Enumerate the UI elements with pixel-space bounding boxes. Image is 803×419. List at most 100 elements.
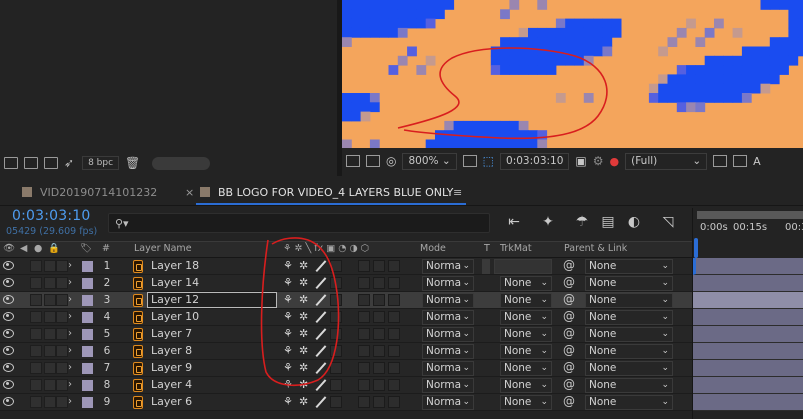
frame-blend-switch[interactable] — [358, 396, 370, 408]
parent-dropdown[interactable]: None ⌄ — [585, 259, 673, 274]
layer-duration-bar[interactable] — [693, 292, 803, 309]
lock-switch[interactable] — [56, 260, 68, 272]
layer-name[interactable]: Layer 18 — [151, 259, 199, 272]
transparency-grid-icon[interactable] — [733, 155, 748, 167]
lock-header-icon[interactable]: 🔒 — [48, 243, 60, 254]
t-header[interactable]: T — [484, 243, 490, 254]
solo-header-icon[interactable]: ● — [34, 243, 42, 254]
parent-dropdown[interactable]: None ⌄ — [585, 276, 673, 291]
trkmat-dropdown[interactable]: None ⌄ — [500, 395, 552, 410]
layer-row[interactable]: › 5 Layer 7 ⚘ ✲ Norma ⌄ None ⌄ @ None ⌄ — [0, 326, 692, 343]
video-switch-header-icon[interactable]: 👁 — [3, 243, 15, 254]
eye-icon[interactable] — [3, 380, 14, 389]
trkmat-dropdown[interactable]: None ⌄ — [500, 327, 552, 342]
show-snapshot-icon[interactable]: ⚙ — [593, 154, 604, 168]
switches-header-icons[interactable]: ⚘ ✲ ╲ fx ▣ ◔ ◑ ⬡ — [283, 243, 369, 254]
layer-name[interactable]: Layer 14 — [151, 276, 199, 289]
new-composition-icon[interactable] — [44, 157, 58, 169]
layer-name[interactable]: Layer 7 — [151, 327, 192, 340]
motion-blur-icon[interactable]: ◐ — [624, 212, 644, 232]
safe-margins-icon[interactable] — [462, 155, 477, 167]
adjustment-layer-switch[interactable] — [388, 379, 400, 391]
frame-blend-switch[interactable] — [358, 294, 370, 306]
audio-switch[interactable] — [30, 260, 42, 272]
lock-switch[interactable] — [56, 396, 68, 408]
quality-slash-icon[interactable] — [316, 345, 326, 357]
composition-viewer[interactable] — [342, 0, 803, 148]
shy-layers-icon[interactable]: ☂ — [572, 212, 592, 232]
draft-3d-icon[interactable]: ✦ — [538, 212, 558, 232]
mode-dropdown[interactable]: Norma ⌄ — [422, 378, 474, 393]
adjustment-layer-switch[interactable] — [388, 294, 400, 306]
label-color-swatch[interactable] — [82, 278, 93, 289]
frame-blend-switch[interactable] — [358, 362, 370, 374]
mode-dropdown[interactable]: Norma ⌄ — [422, 259, 474, 274]
pick-whip-icon[interactable]: @ — [563, 275, 575, 289]
layer-duration-bar[interactable] — [693, 309, 803, 326]
quality-slash-icon[interactable] — [316, 277, 326, 289]
shy-icon[interactable]: ⚘ — [283, 344, 293, 357]
label-color-swatch[interactable] — [82, 397, 93, 408]
layer-row[interactable]: › 6 Layer 8 ⚘ ✲ Norma ⌄ None ⌄ @ None ⌄ — [0, 343, 692, 360]
eye-icon[interactable] — [3, 397, 14, 406]
motion-blur-switch[interactable] — [373, 277, 385, 289]
frame-blend-switch[interactable] — [358, 345, 370, 357]
parent-dropdown[interactable]: None ⌄ — [585, 327, 673, 342]
chevron-right-icon[interactable]: › — [68, 311, 72, 322]
layer-row[interactable]: › 2 Layer 14 ⚘ ✲ Norma ⌄ None ⌄ @ None ⌄ — [0, 275, 692, 292]
audio-switch[interactable] — [30, 345, 42, 357]
audio-switch[interactable] — [30, 294, 42, 306]
layer-name[interactable]: Layer 8 — [151, 344, 192, 357]
audio-switch[interactable] — [30, 328, 42, 340]
quality-slash-icon[interactable] — [316, 328, 326, 340]
adjustment-layer-switch[interactable] — [388, 362, 400, 374]
eye-icon[interactable] — [3, 312, 14, 321]
frame-blend-switch[interactable] — [358, 311, 370, 323]
solo-switch[interactable] — [44, 260, 56, 272]
pick-whip-icon[interactable]: @ — [563, 377, 575, 391]
quality-slash-icon[interactable] — [316, 260, 326, 272]
new-folder-icon[interactable] — [24, 157, 38, 169]
number-header[interactable]: # — [102, 243, 110, 254]
mode-dropdown[interactable]: Norma ⌄ — [422, 395, 474, 410]
shy-icon[interactable]: ⚘ — [283, 293, 293, 306]
chevron-right-icon[interactable]: › — [68, 379, 72, 390]
vr-goggles-icon[interactable]: ◎ — [386, 154, 396, 168]
label-color-swatch[interactable] — [82, 329, 93, 340]
pick-whip-icon[interactable]: @ — [563, 292, 575, 306]
collapse-transformations-icon[interactable]: ✲ — [299, 378, 308, 391]
label-header-icon[interactable]: 🏷 — [80, 243, 92, 254]
lock-switch[interactable] — [56, 294, 68, 306]
effect-switch[interactable] — [330, 396, 342, 408]
label-color-swatch[interactable] — [82, 295, 93, 306]
always-preview-icon[interactable] — [346, 155, 360, 167]
adjustment-layer-switch[interactable] — [388, 328, 400, 340]
trkmat-dropdown[interactable]: None ⌄ — [500, 361, 552, 376]
quality-slash-icon[interactable] — [316, 396, 326, 408]
lock-switch[interactable] — [56, 328, 68, 340]
label-color-swatch[interactable] — [82, 346, 93, 357]
frame-blending-icon[interactable]: ▤ — [598, 212, 618, 232]
effect-switch[interactable] — [330, 294, 342, 306]
graph-editor-icon[interactable]: ◹ — [658, 212, 678, 232]
eye-icon[interactable] — [3, 363, 14, 372]
trkmat-dropdown[interactable]: None ⌄ — [500, 293, 552, 308]
frame-blend-switch[interactable] — [358, 260, 370, 272]
trkmat-dropdown[interactable]: None ⌄ — [500, 310, 552, 325]
shy-icon[interactable]: ⚘ — [283, 259, 293, 272]
pick-whip-icon[interactable]: @ — [563, 309, 575, 323]
close-icon[interactable]: × — [185, 186, 194, 199]
fast-previews-icon[interactable] — [713, 155, 728, 167]
effect-switch[interactable] — [330, 311, 342, 323]
shy-icon[interactable]: ⚘ — [283, 395, 293, 408]
collapse-transformations-icon[interactable]: ✲ — [299, 327, 308, 340]
collapse-transformations-icon[interactable]: ✲ — [299, 293, 308, 306]
tab-bb-logo[interactable]: BB LOGO FOR VIDEO_4 LAYERS BLUE ONLY — [200, 178, 453, 206]
parent-dropdown[interactable]: None ⌄ — [585, 344, 673, 359]
effect-switch[interactable] — [330, 277, 342, 289]
collapse-transformations-icon[interactable]: ✲ — [299, 276, 308, 289]
mode-dropdown[interactable]: Norma ⌄ — [422, 327, 474, 342]
preserve-transparency-switch[interactable] — [482, 259, 490, 274]
viewer-timecode[interactable]: 0:03:03:10 — [500, 152, 570, 170]
mode-dropdown[interactable]: Norma ⌄ — [422, 276, 474, 291]
